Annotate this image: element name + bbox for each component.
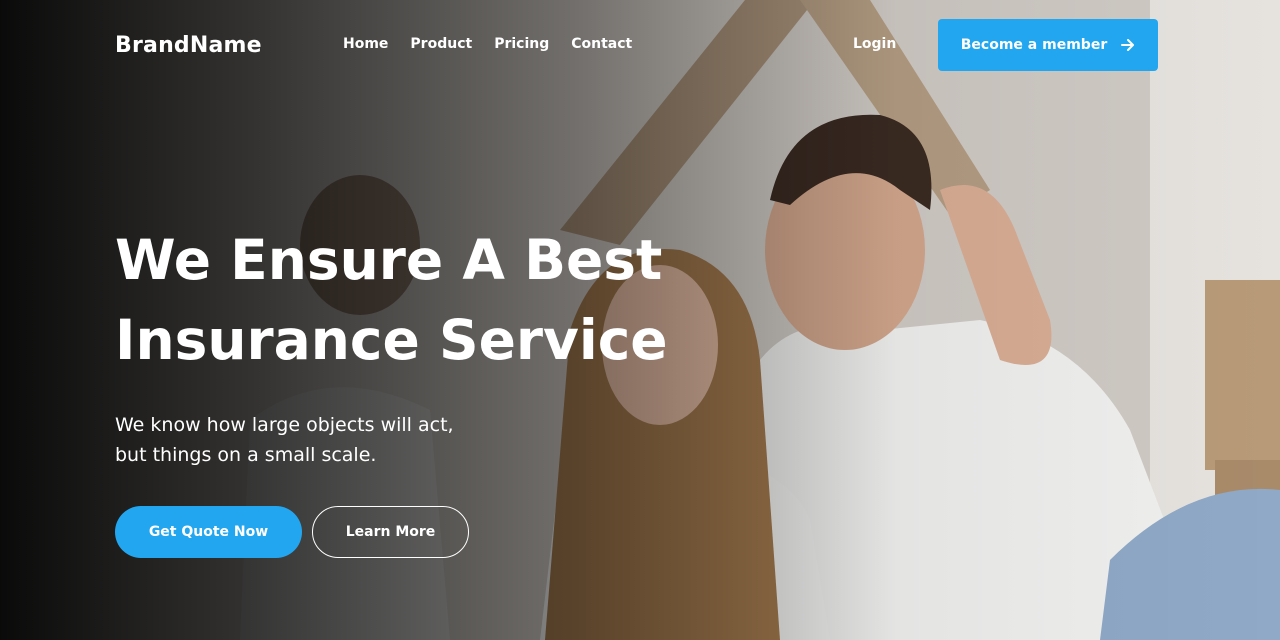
nav-product[interactable]: Product bbox=[410, 36, 472, 52]
login-link[interactable]: Login bbox=[853, 36, 896, 52]
hero-headline: We Ensure A Best Insurance Service bbox=[115, 220, 735, 380]
main-nav: Home Product Pricing Contact bbox=[343, 36, 632, 52]
nav-home[interactable]: Home bbox=[343, 36, 388, 52]
hero-subtext-line-2: but things on a small scale. bbox=[115, 444, 377, 466]
learn-more-button[interactable]: Learn More bbox=[312, 506, 469, 558]
brand-logo[interactable]: BrandName bbox=[115, 33, 262, 58]
hero-section: BrandName Home Product Pricing Contact L… bbox=[0, 0, 1280, 640]
hero-subtext: We know how large objects will act, but … bbox=[115, 410, 535, 470]
hero-subtext-line-1: We know how large objects will act, bbox=[115, 414, 454, 436]
arrow-right-icon bbox=[1121, 39, 1135, 51]
nav-pricing[interactable]: Pricing bbox=[494, 36, 549, 52]
get-quote-button[interactable]: Get Quote Now bbox=[115, 506, 302, 558]
nav-contact[interactable]: Contact bbox=[571, 36, 632, 52]
become-member-button[interactable]: Become a member bbox=[938, 19, 1158, 71]
become-member-label: Become a member bbox=[960, 37, 1108, 53]
hero-headline-line-1: We Ensure A Best bbox=[115, 228, 663, 292]
hero-headline-line-2: Insurance Service bbox=[115, 308, 668, 372]
